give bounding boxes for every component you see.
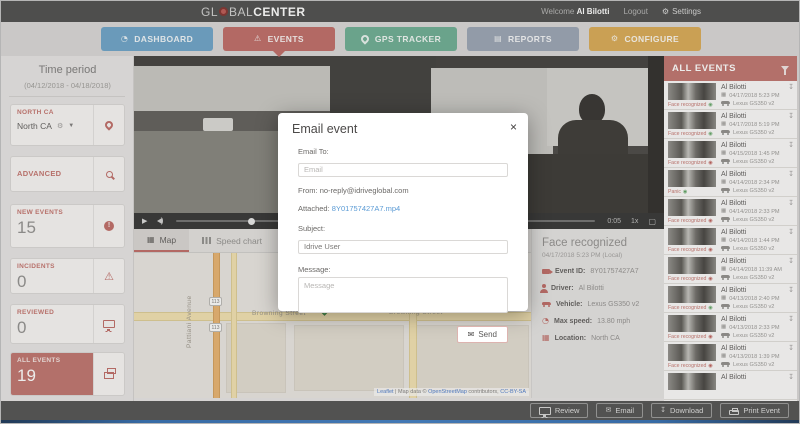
envelope-icon: ✉ <box>468 331 475 339</box>
message-label: Message: <box>298 265 508 274</box>
attachment-link[interactable]: 8Y01757427A7.mp4 <box>332 204 400 213</box>
modal-title: Email event <box>292 122 514 136</box>
from-value: no-reply@idriveglobal.com <box>320 186 409 195</box>
email-event-modal: Email event × Email To: From: no-reply@i… <box>278 113 528 311</box>
from-line: From: no-reply@idriveglobal.com <box>298 186 508 195</box>
close-icon[interactable]: × <box>510 120 517 134</box>
message-textarea[interactable] <box>298 277 508 313</box>
email-to-label: Email To: <box>298 147 508 156</box>
attached-line: Attached: 8Y01757427A7.mp4 <box>298 204 508 213</box>
send-button[interactable]: ✉Send <box>457 326 508 343</box>
app-window: GLBALCENTER Welcome Al Bilotti Logout ⚙S… <box>0 0 800 424</box>
email-to-input[interactable] <box>298 163 508 177</box>
subject-label: Subject: <box>298 224 508 233</box>
subject-input[interactable] <box>298 240 508 254</box>
